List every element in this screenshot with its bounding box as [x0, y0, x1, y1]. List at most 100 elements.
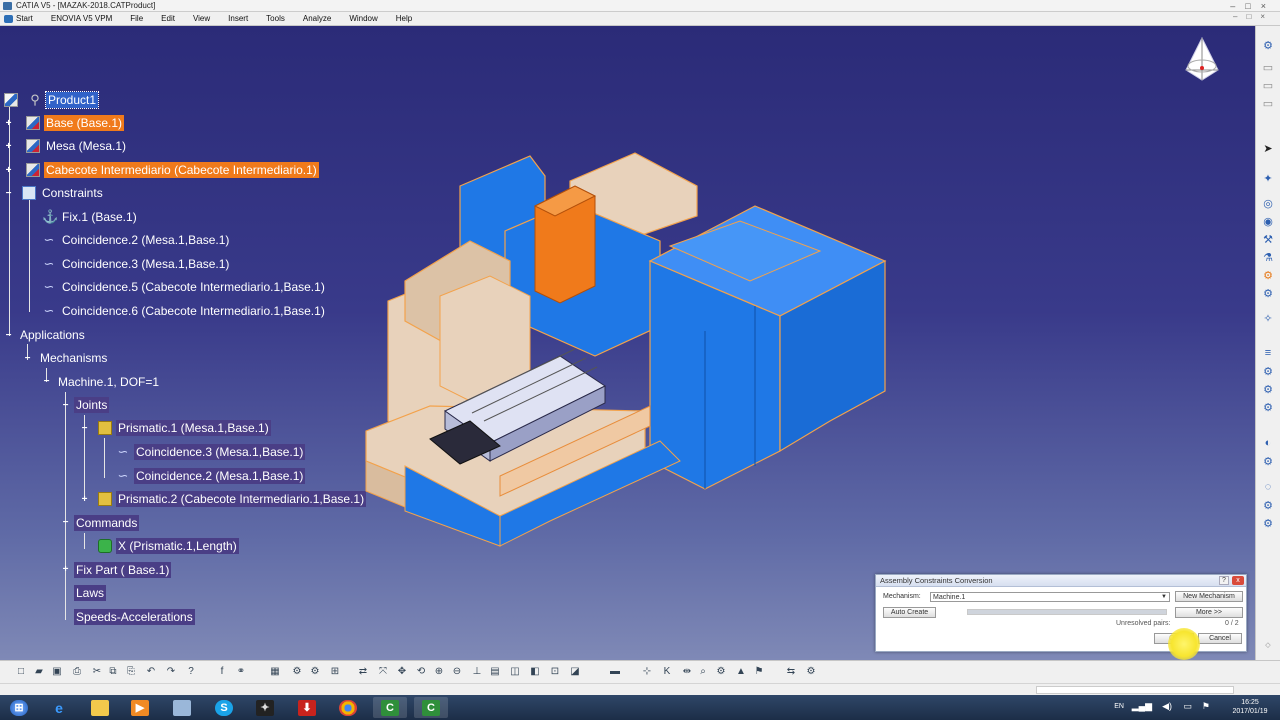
- menu-view[interactable]: View: [184, 12, 219, 26]
- toolbar-icon[interactable]: ◉: [1261, 214, 1275, 228]
- collapse-toggle[interactable]: −: [61, 401, 70, 411]
- collapse-toggle[interactable]: −: [23, 354, 32, 364]
- tree-node-prismatic-2[interactable]: Prismatic.2 (Cabecote Intermediario.1,Ba…: [98, 490, 367, 508]
- tree-node-prismatic-1[interactable]: Prismatic.1 (Mesa.1,Base.1): [98, 419, 271, 437]
- menu-insert[interactable]: Insert: [219, 12, 257, 26]
- new-file-icon[interactable]: □: [14, 665, 28, 679]
- tree-node-fix[interactable]: ⚓ Fix.1 (Base.1): [42, 208, 139, 226]
- toolbar-icon[interactable]: ▭: [1261, 60, 1275, 74]
- auto-create-button[interactable]: Auto Create: [883, 607, 936, 618]
- toolbar-icon[interactable]: ⚙: [714, 665, 728, 679]
- taskbar-chrome[interactable]: [331, 697, 365, 718]
- tree-node-machine[interactable]: Machine.1, DOF=1: [56, 373, 161, 391]
- save-icon[interactable]: ▣: [50, 665, 64, 679]
- toolbar-icon[interactable]: ⚑: [752, 665, 766, 679]
- tree-node-mesa[interactable]: Mesa (Mesa.1): [26, 137, 128, 155]
- taskbar-app[interactable]: ✦: [248, 697, 282, 718]
- language-indicator[interactable]: EN: [1114, 703, 1124, 710]
- cancel-button[interactable]: Cancel: [1198, 633, 1242, 644]
- tree-node-product[interactable]: ⚲ Product1: [4, 91, 100, 109]
- isometric-view-icon[interactable]: ◫: [508, 665, 522, 679]
- normal-view-icon[interactable]: ⊥: [470, 665, 484, 679]
- formula-icon[interactable]: f: [215, 665, 229, 679]
- toolbar-icon[interactable]: ▬: [608, 665, 622, 679]
- tree-node-speeds[interactable]: Speeds-Accelerations: [74, 608, 195, 626]
- command-input[interactable]: [1036, 686, 1234, 694]
- toolbar-icon[interactable]: ⚗: [1261, 250, 1275, 264]
- tree-node-joints[interactable]: Joints: [74, 396, 110, 414]
- volume-icon[interactable]: ◀): [1162, 701, 1172, 712]
- menu-enovia[interactable]: ENOVIA V5 VPM: [42, 12, 121, 26]
- tree-node-base[interactable]: Base (Base.1): [26, 114, 125, 132]
- open-file-icon[interactable]: ▰: [32, 665, 46, 679]
- collapse-toggle[interactable]: −: [80, 424, 89, 434]
- windows-start-button[interactable]: ⊞: [2, 697, 36, 718]
- zoom-in-icon[interactable]: ⊕: [432, 665, 446, 679]
- tree-node-applications[interactable]: Applications: [18, 326, 87, 344]
- select-arrow-icon[interactable]: ➤: [1261, 141, 1275, 155]
- tree-node-coincidence-6[interactable]: ∽ Coincidence.6 (Cabecote Intermediario.…: [42, 302, 327, 320]
- tree-node-mechanisms[interactable]: Mechanisms: [38, 349, 109, 367]
- document-window-controls[interactable]: –□×: [1233, 12, 1274, 21]
- cut-icon[interactable]: ✂: [90, 665, 104, 679]
- tree-node-cabecote[interactable]: Cabecote Intermediario (Cabecote Interme…: [26, 161, 319, 179]
- toolbar-icon[interactable]: ⊹: [640, 665, 654, 679]
- tree-node-joint-coincidence-3[interactable]: ∽ Coincidence.3 (Mesa.1,Base.1): [116, 443, 306, 461]
- menu-help[interactable]: Help: [387, 12, 421, 26]
- toolbar-icon[interactable]: ⊞: [328, 665, 342, 679]
- dialog-close-button[interactable]: x: [1232, 576, 1244, 585]
- expand-toggle[interactable]: +: [4, 119, 13, 129]
- toolbar-icon[interactable]: ⤧: [376, 665, 390, 679]
- menu-window[interactable]: Window: [340, 12, 386, 26]
- redo-icon[interactable]: ↷: [164, 665, 178, 679]
- toolbar-icon[interactable]: ▤: [488, 665, 502, 679]
- expand-toggle[interactable]: +: [80, 495, 89, 505]
- toolbar-icon[interactable]: ⚙: [1261, 286, 1275, 300]
- network-icon[interactable]: ▂▄▆: [1132, 701, 1152, 712]
- shading-icon[interactable]: ◧: [528, 665, 542, 679]
- table-icon[interactable]: ▦: [268, 665, 282, 679]
- tree-node-coincidence-2[interactable]: ∽ Coincidence.2 (Mesa.1,Base.1): [42, 231, 231, 249]
- menu-edit[interactable]: Edit: [152, 12, 184, 26]
- toolbar-icon[interactable]: ⚙: [1261, 268, 1275, 282]
- menu-tools[interactable]: Tools: [257, 12, 294, 26]
- zoom-out-icon[interactable]: ⊖: [450, 665, 464, 679]
- toolbar-icon[interactable]: ◐: [1261, 436, 1275, 450]
- copy-icon[interactable]: ⧉: [106, 665, 120, 679]
- more-button[interactable]: More >>: [1175, 607, 1243, 618]
- toolbar-icon[interactable]: K: [660, 665, 674, 679]
- machine-3d-model[interactable]: [360, 121, 900, 561]
- hide-show-icon[interactable]: ◪: [568, 665, 582, 679]
- taskbar-skype[interactable]: S: [207, 697, 241, 718]
- expand-toggle[interactable]: +: [4, 166, 13, 176]
- tree-node-fixpart[interactable]: Fix Part ( Base.1): [74, 561, 172, 579]
- window-controls[interactable]: –□×: [1230, 0, 1276, 12]
- compass-icon[interactable]: [1182, 36, 1222, 86]
- toolbar-icon[interactable]: ⚒: [1261, 232, 1275, 246]
- menu-analyze[interactable]: Analyze: [294, 12, 340, 26]
- toolbar-icon[interactable]: ⚙: [1261, 400, 1275, 414]
- toolbar-icon[interactable]: ≡: [1261, 346, 1275, 360]
- collapse-toggle[interactable]: −: [42, 377, 51, 387]
- tree-node-joint-coincidence-2[interactable]: ∽ Coincidence.2 (Mesa.1,Base.1): [116, 467, 306, 485]
- taskbar-ie[interactable]: e: [42, 697, 76, 718]
- toolbar-icon[interactable]: ▲: [734, 665, 748, 679]
- pan-icon[interactable]: ✥: [395, 665, 409, 679]
- system-clock[interactable]: 16:25 2017/01/19: [1228, 698, 1272, 716]
- collapse-toggle[interactable]: −: [61, 518, 70, 528]
- toolbar-icon[interactable]: ⚙: [1261, 364, 1275, 378]
- toolbar-icon[interactable]: ⚙: [1261, 498, 1275, 512]
- undo-icon[interactable]: ↶: [144, 665, 158, 679]
- toolbar-icon[interactable]: ✦: [1261, 171, 1275, 185]
- taskbar-explorer[interactable]: [83, 697, 117, 718]
- flag-icon[interactable]: ⚑: [1202, 701, 1210, 712]
- tree-node-laws[interactable]: Laws: [74, 584, 107, 602]
- tree-node-commands[interactable]: Commands: [74, 514, 140, 532]
- toolbar-icon[interactable]: ⚙: [1261, 454, 1275, 468]
- taskbar-catia-2[interactable]: C: [414, 697, 448, 718]
- expand-toggle[interactable]: +: [4, 142, 13, 152]
- toolbar-icon[interactable]: ⚙: [290, 665, 304, 679]
- toolbar-icon[interactable]: ⚭: [234, 665, 248, 679]
- battery-icon[interactable]: ▭: [1183, 701, 1192, 712]
- dialog-help-button[interactable]: ?: [1219, 576, 1229, 585]
